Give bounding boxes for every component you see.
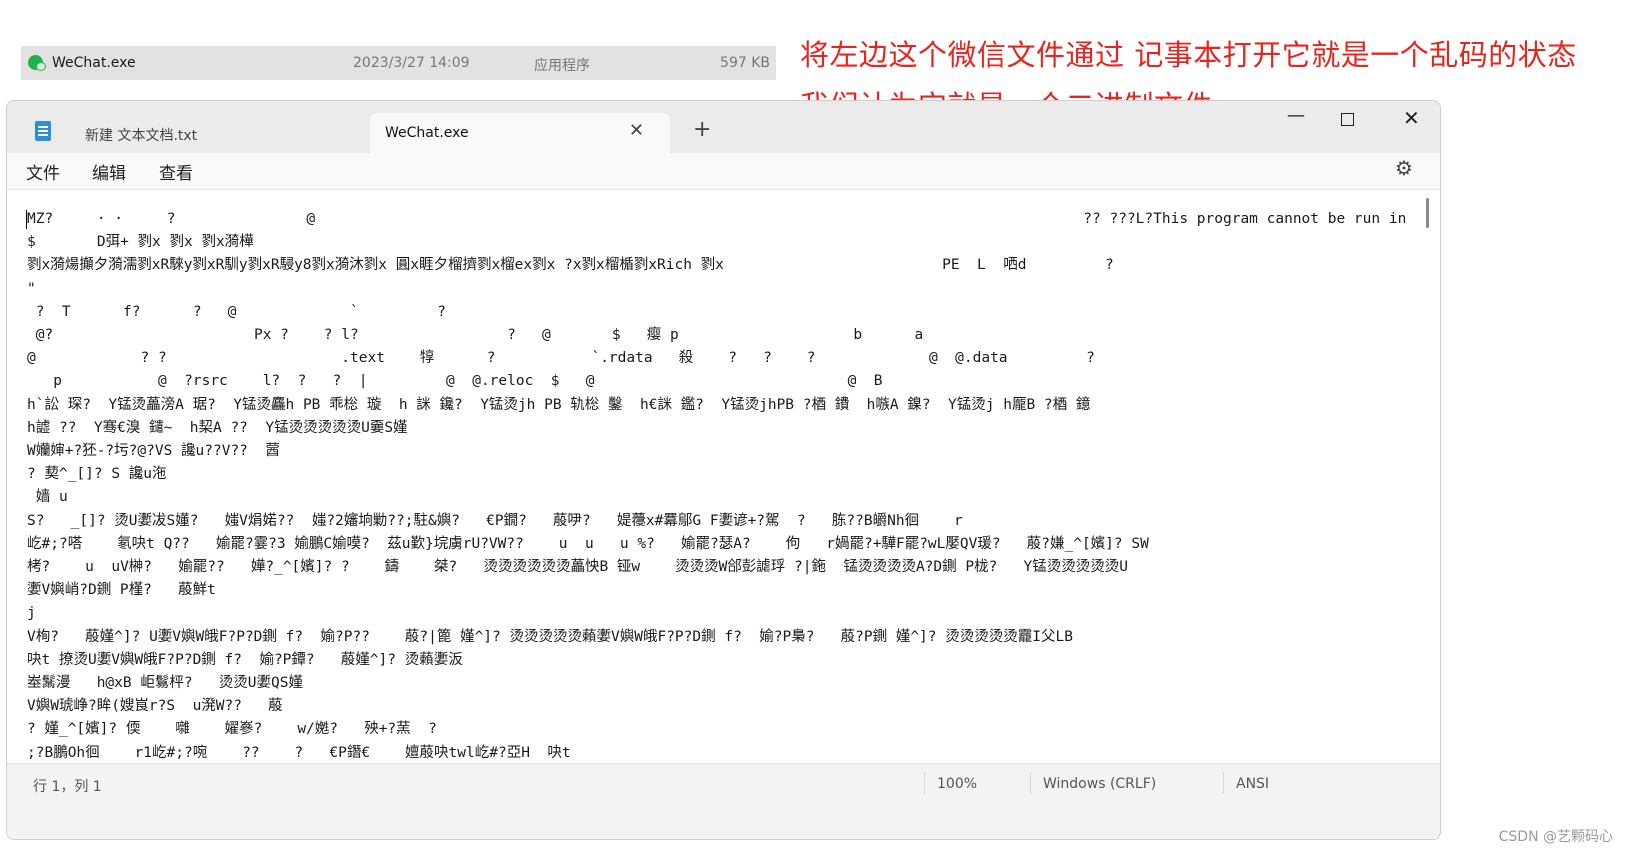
editor-content: MZ? · · ? @ ?? ???L?This program cannot … bbox=[27, 211, 1407, 761]
menu-edit[interactable]: 编辑 bbox=[92, 159, 126, 184]
zoom-level: 100% bbox=[937, 776, 978, 792]
tab-new-text-document[interactable]: 新建 文本文档.txt bbox=[21, 113, 365, 153]
menu-bar: 文件 编辑 查看 ⚙ bbox=[7, 153, 1440, 189]
wechat-app-icon bbox=[28, 55, 46, 71]
watermark: CSDN @艺颗码心 bbox=[1498, 829, 1613, 845]
tab-wechat-exe[interactable]: WeChat.exe ✕ bbox=[370, 113, 670, 153]
settings-gear-icon[interactable]: ⚙ bbox=[1395, 156, 1413, 180]
menu-file[interactable]: 文件 bbox=[26, 159, 60, 184]
tab-label: WeChat.exe bbox=[385, 125, 469, 141]
notepad-window: 新建 文本文档.txt WeChat.exe ✕ + — ✕ 文件 编辑 查看 … bbox=[6, 100, 1441, 840]
status-divider bbox=[1223, 772, 1224, 794]
maximize-button[interactable] bbox=[1341, 113, 1354, 126]
close-tab-icon[interactable]: ✕ bbox=[629, 120, 644, 141]
cursor-position: 行 1，列 1 bbox=[33, 779, 102, 795]
status-divider bbox=[1030, 772, 1031, 794]
minimize-button[interactable]: — bbox=[1287, 105, 1305, 126]
tab-label: 新建 文本文档.txt bbox=[85, 128, 198, 144]
menu-view[interactable]: 查看 bbox=[159, 159, 193, 184]
text-editor[interactable]: MZ? · · ? @ ?? ???L?This program cannot … bbox=[7, 189, 1440, 764]
file-type: 应用程序 bbox=[534, 58, 590, 74]
close-window-button[interactable]: ✕ bbox=[1403, 106, 1420, 130]
new-tab-button[interactable]: + bbox=[693, 117, 711, 142]
file-size: 597 KB bbox=[720, 55, 770, 71]
explorer-file-row[interactable]: WeChat.exe 2023/3/27 14:09 应用程序 597 KB bbox=[21, 46, 776, 80]
annotation-line-1: 将左边这个微信文件通过 记事本打开它就是一个乱码的状态 bbox=[800, 38, 1577, 72]
encoding: ANSI bbox=[1236, 776, 1270, 792]
notepad-icon bbox=[35, 121, 51, 141]
status-divider bbox=[924, 772, 925, 794]
title-bar: 新建 文本文档.txt WeChat.exe ✕ + — ✕ bbox=[7, 101, 1440, 153]
line-ending: Windows (CRLF) bbox=[1043, 776, 1157, 792]
status-bar: 行 1，列 1 100% Windows (CRLF) ANSI bbox=[7, 763, 1440, 806]
vertical-scrollbar[interactable] bbox=[1426, 198, 1429, 228]
file-date: 2023/3/27 14:09 bbox=[353, 55, 470, 71]
file-name: WeChat.exe bbox=[52, 55, 136, 71]
